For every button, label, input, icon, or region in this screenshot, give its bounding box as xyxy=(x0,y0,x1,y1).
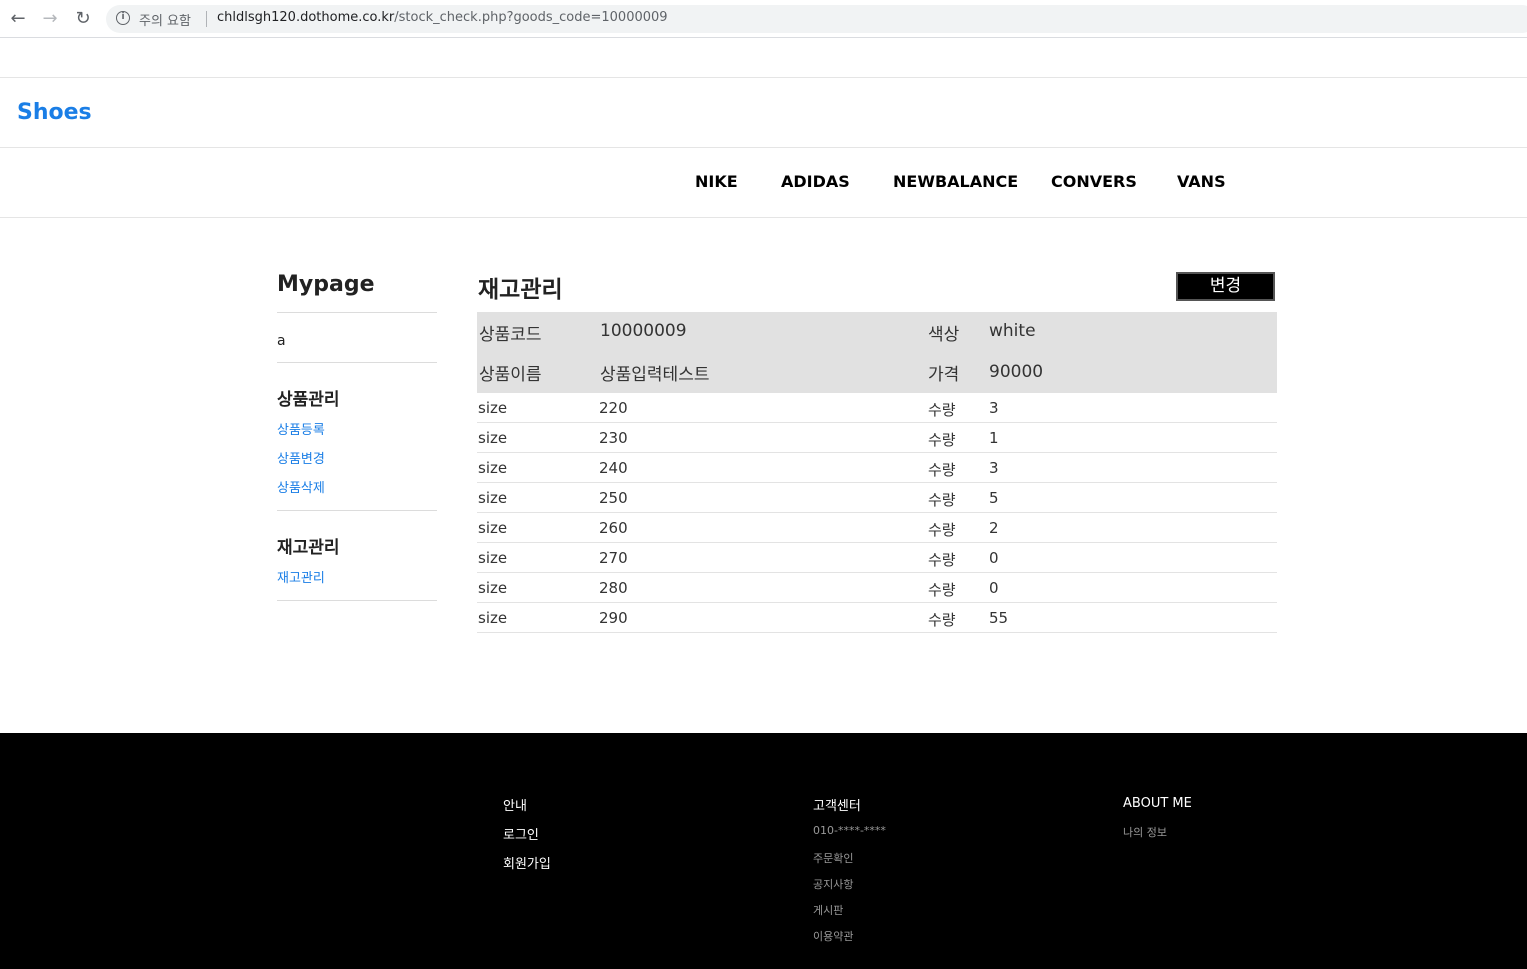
footer-guide-title: 안내 xyxy=(503,799,527,814)
product-code-value: 10000009 xyxy=(600,321,687,341)
menu-item-newbalance[interactable]: NEWBALANCE xyxy=(893,172,1018,191)
qty-label: 수량 xyxy=(928,431,956,449)
size-value: 290 xyxy=(599,609,628,627)
qty-value: 3 xyxy=(989,459,999,477)
footer-my-info-link[interactable]: 나의 정보 xyxy=(1123,824,1167,840)
qty-value: 5 xyxy=(989,489,999,507)
divider xyxy=(277,510,437,511)
color-label: 색상 xyxy=(928,325,960,345)
qty-value: 0 xyxy=(989,549,999,567)
site-logo[interactable]: Shoes xyxy=(17,100,92,125)
stock-row: size 240 수량 3 xyxy=(477,453,1277,483)
footer-login-link[interactable]: 로그인 xyxy=(503,824,539,843)
size-label: size xyxy=(478,519,508,537)
menu-item-vans[interactable]: VANS xyxy=(1177,172,1226,191)
stock-row: size 280 수량 0 xyxy=(477,573,1277,603)
security-warning[interactable]: 주의 요함 xyxy=(139,10,191,29)
back-arrow-icon[interactable]: ← xyxy=(6,7,30,31)
stock-row: size 250 수량 5 xyxy=(477,483,1277,513)
qty-label: 수량 xyxy=(928,401,956,419)
qty-value: 2 xyxy=(989,519,999,537)
size-label: size xyxy=(478,459,508,477)
qty-value: 55 xyxy=(989,609,1009,627)
qty-label: 수량 xyxy=(928,521,956,539)
divider xyxy=(277,312,437,313)
menu-item-convers[interactable]: CONVERS xyxy=(1051,172,1137,191)
footer-phone: 010-****-**** xyxy=(813,824,886,837)
stock-row: size 230 수량 1 xyxy=(477,423,1277,453)
stock-row: size 290 수량 55 xyxy=(477,603,1277,633)
sidebar-link-product-edit[interactable]: 상품변경 xyxy=(277,448,325,467)
price-value: 90000 xyxy=(989,362,1044,382)
size-label: size xyxy=(478,399,508,417)
size-label: size xyxy=(478,609,508,627)
product-info: 상품코드 10000009 색상 white 상품이름 상품입력테스트 가격 9… xyxy=(477,312,1277,393)
footer-board-link[interactable]: 게시판 xyxy=(813,902,843,918)
forward-arrow-icon[interactable]: → xyxy=(38,7,62,31)
color-value: white xyxy=(989,321,1036,341)
footer-terms-link[interactable]: 이용약관 xyxy=(813,928,853,944)
size-value: 220 xyxy=(599,399,628,417)
main-menu: NIKE ADIDAS NEWBALANCE CONVERS VANS xyxy=(0,148,1527,218)
size-value: 260 xyxy=(599,519,628,537)
size-value: 240 xyxy=(599,459,628,477)
divider xyxy=(277,600,437,601)
footer-notice-link[interactable]: 공지사항 xyxy=(813,876,853,892)
qty-value: 0 xyxy=(989,579,999,597)
footer-order-check-link[interactable]: 주문확인 xyxy=(813,850,853,866)
size-value: 230 xyxy=(599,429,628,447)
size-value: 280 xyxy=(599,579,628,597)
reload-icon[interactable]: ↻ xyxy=(71,7,95,31)
footer-about-title: ABOUT ME xyxy=(1123,796,1192,811)
url-path: /stock_check.php?goods_code=10000009 xyxy=(394,10,668,25)
product-code-label: 상품코드 xyxy=(479,325,542,345)
footer: 안내 로그인 회원가입 고객센터 010-****-**** 주문확인 공지사항… xyxy=(0,733,1527,969)
info-icon[interactable]: i xyxy=(116,11,130,25)
sidebar-link-product-delete[interactable]: 상품삭제 xyxy=(277,477,325,496)
price-label: 가격 xyxy=(928,365,960,385)
size-value: 250 xyxy=(599,489,628,507)
qty-label: 수량 xyxy=(928,581,956,599)
url-text[interactable]: chldlsgh120.dothome.co.kr/stock_check.ph… xyxy=(217,10,668,25)
size-label: size xyxy=(478,429,508,447)
logo-bar: Shoes xyxy=(0,77,1527,148)
address-bar[interactable]: i 주의 요함 chldlsgh120.dothome.co.kr/stock_… xyxy=(106,5,1527,33)
user-id: a xyxy=(277,333,286,349)
qty-label: 수량 xyxy=(928,491,956,509)
divider xyxy=(277,362,437,363)
qty-value: 3 xyxy=(989,399,999,417)
stock-row: size 220 수량 3 xyxy=(477,393,1277,423)
stock-row: size 270 수량 0 xyxy=(477,543,1277,573)
size-value: 270 xyxy=(599,549,628,567)
page-title: 재고관리 xyxy=(478,277,563,303)
qty-label: 수량 xyxy=(928,551,956,569)
browser-toolbar: ← → ↻ i 주의 요함 chldlsgh120.dothome.co.kr/… xyxy=(0,0,1527,38)
change-button[interactable]: 변경 xyxy=(1176,272,1275,301)
stock-management-heading: 재고관리 xyxy=(277,538,340,558)
sidebar-link-product-register[interactable]: 상품등록 xyxy=(277,419,325,438)
menu-item-nike[interactable]: NIKE xyxy=(695,172,738,191)
sidebar-link-stock[interactable]: 재고관리 xyxy=(277,567,325,586)
qty-label: 수량 xyxy=(928,461,956,479)
qty-label: 수량 xyxy=(928,611,956,629)
footer-signup-link[interactable]: 회원가입 xyxy=(503,853,551,872)
address-divider xyxy=(206,11,207,27)
product-name-label: 상품이름 xyxy=(479,365,542,385)
size-label: size xyxy=(478,489,508,507)
size-label: size xyxy=(478,579,508,597)
footer-support-title: 고객센터 xyxy=(813,799,861,814)
stock-row: size 260 수량 2 xyxy=(477,513,1277,543)
sidebar-title: Mypage xyxy=(277,272,375,297)
qty-value: 1 xyxy=(989,429,999,447)
product-name-value: 상품입력테스트 xyxy=(600,365,710,385)
menu-item-adidas[interactable]: ADIDAS xyxy=(781,172,850,191)
size-label: size xyxy=(478,549,508,567)
url-host: chldlsgh120.dothome.co.kr xyxy=(217,10,395,25)
product-management-heading: 상품관리 xyxy=(277,390,340,410)
